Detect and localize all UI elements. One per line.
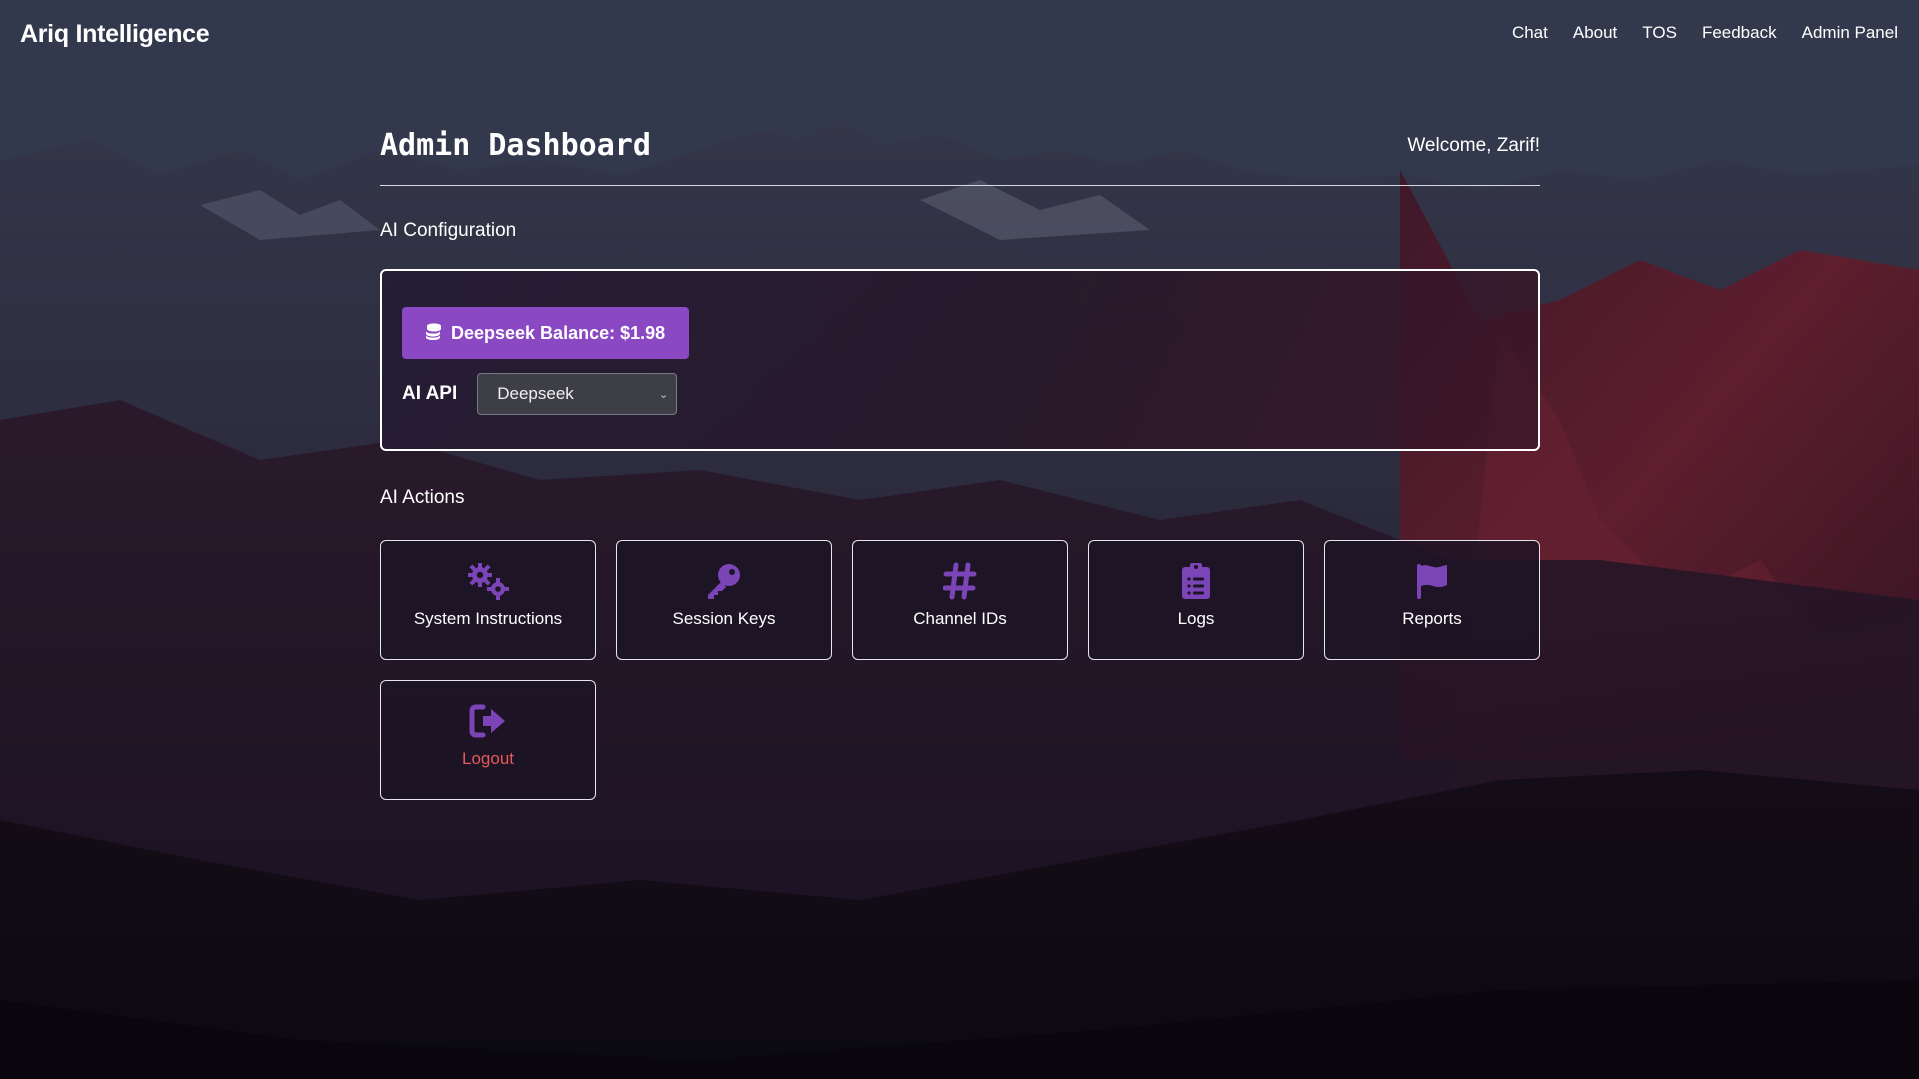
nav-link-admin-panel[interactable]: Admin Panel: [1802, 23, 1898, 43]
channel-ids-button[interactable]: Channel IDs: [852, 540, 1068, 660]
ai-configuration-panel: Deepseek Balance: $1.98 AI API Deepseek …: [380, 269, 1540, 451]
nav-link-chat[interactable]: Chat: [1512, 23, 1548, 43]
ai-actions-heading: AI Actions: [380, 487, 465, 508]
session-keys-button[interactable]: Session Keys: [616, 540, 832, 660]
nav-link-feedback[interactable]: Feedback: [1702, 23, 1777, 43]
reports-label: Reports: [1402, 609, 1462, 628]
page-title: Admin Dashboard: [380, 128, 651, 163]
deepseek-balance-badge: Deepseek Balance: $1.98: [402, 307, 690, 359]
ai-api-label: AI API: [402, 383, 458, 404]
system-instructions-button[interactable]: System Instructions: [380, 540, 596, 660]
deepseek-balance-text: Deepseek Balance: $1.98: [451, 322, 666, 343]
ai-api-select[interactable]: Deepseek ⌄: [477, 373, 678, 415]
ai-actions-grid: System Instructions Session Keys Channel…: [380, 540, 1540, 800]
system-instructions-label: System Instructions: [413, 609, 563, 628]
key-icon: [705, 561, 743, 601]
chevron-down-icon: ⌄: [659, 388, 669, 401]
dashboard-header: Admin Dashboard Welcome, Zarif!: [380, 118, 1540, 186]
welcome-message: Welcome, Zarif!: [1407, 134, 1540, 156]
nav-link-tos[interactable]: TOS: [1642, 23, 1677, 43]
clipboard-icon: [1181, 561, 1211, 601]
ai-configuration-heading: AI Configuration: [380, 220, 517, 241]
session-keys-label: Session Keys: [672, 609, 776, 628]
hashtag-icon: [943, 561, 977, 601]
logout-label: Logout: [462, 749, 514, 768]
top-navbar: Ariq Intelligence Chat About TOS Feedbac…: [0, 0, 1919, 70]
logs-button[interactable]: Logs: [1088, 540, 1304, 660]
gears-icon: [466, 561, 510, 601]
nav-links: Chat About TOS Feedback Admin Panel: [1512, 23, 1898, 43]
logs-label: Logs: [1177, 609, 1215, 628]
logout-icon: [469, 701, 507, 741]
flag-icon: [1415, 561, 1449, 601]
dashboard-container: Admin Dashboard Welcome, Zarif! AI Confi…: [380, 118, 1540, 800]
ai-api-selected-value: Deepseek: [497, 384, 574, 403]
nav-link-about[interactable]: About: [1573, 23, 1617, 43]
channel-ids-label: Channel IDs: [913, 609, 1007, 628]
coins-icon: [425, 322, 442, 345]
reports-button[interactable]: Reports: [1324, 540, 1540, 660]
logout-button[interactable]: Logout: [380, 680, 596, 800]
brand-logo[interactable]: Ariq Intelligence: [20, 20, 210, 49]
ai-api-row: AI API Deepseek ⌄: [402, 373, 678, 415]
